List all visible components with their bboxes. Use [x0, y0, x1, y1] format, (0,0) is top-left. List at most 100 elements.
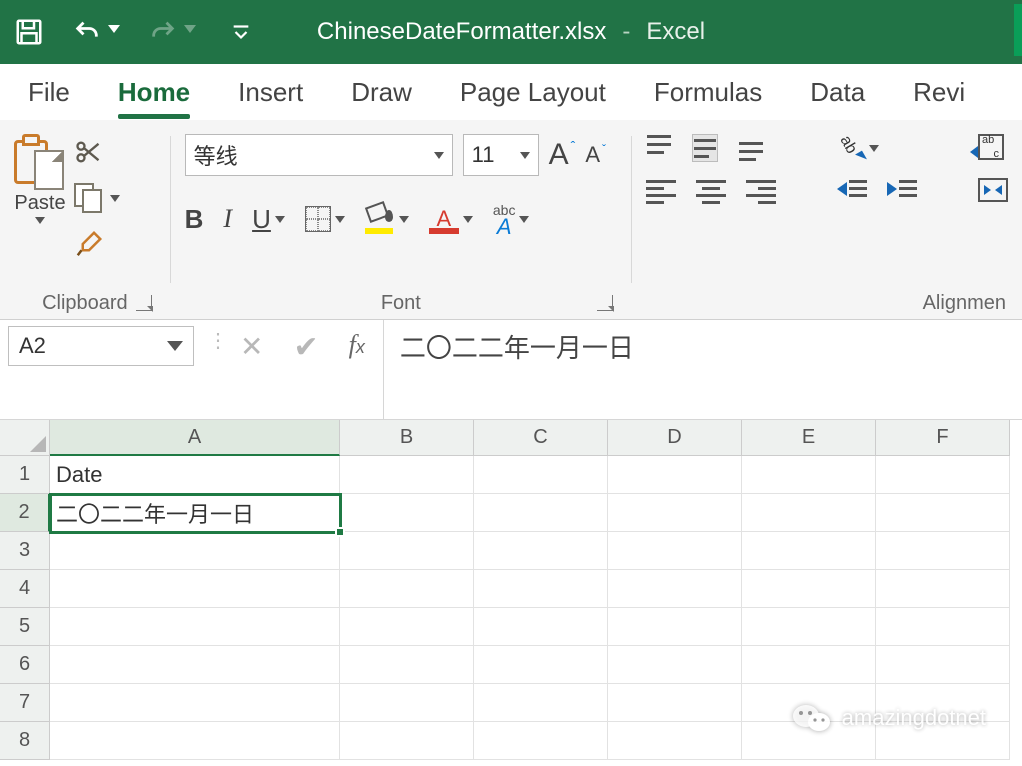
cell[interactable] — [474, 570, 608, 608]
cell[interactable] — [608, 532, 742, 570]
cell-a8[interactable] — [50, 722, 340, 760]
cell-a2[interactable]: 二〇二二年一月一日 — [50, 494, 340, 532]
font-name-combobox[interactable]: 等线 — [185, 134, 453, 176]
cell[interactable] — [340, 608, 474, 646]
align-center-button[interactable] — [696, 180, 726, 204]
undo-button[interactable] — [72, 18, 122, 46]
cell[interactable] — [742, 608, 876, 646]
increase-font-size-button[interactable]: Aˆ — [549, 138, 576, 172]
align-top-button[interactable] — [646, 134, 672, 162]
cell[interactable] — [876, 570, 1010, 608]
row-header-3[interactable]: 3 — [0, 532, 50, 570]
row-header-5[interactable]: 5 — [0, 608, 50, 646]
italic-button[interactable]: I — [223, 204, 232, 234]
cell-e2[interactable] — [742, 494, 876, 532]
align-left-button[interactable] — [646, 180, 676, 204]
decrease-font-size-button[interactable]: Aˇ — [585, 142, 606, 168]
cell[interactable] — [340, 722, 474, 760]
row-header-1[interactable]: 1 — [0, 456, 50, 494]
cell-e1[interactable] — [742, 456, 876, 494]
cell[interactable] — [340, 570, 474, 608]
borders-button[interactable] — [305, 206, 345, 232]
tab-data[interactable]: Data — [810, 64, 865, 120]
redo-button[interactable] — [148, 18, 198, 46]
cut-button[interactable] — [74, 134, 120, 170]
cell[interactable] — [608, 722, 742, 760]
paste-button[interactable]: Paste — [14, 134, 66, 224]
column-header-c[interactable]: C — [474, 420, 608, 456]
row-header-6[interactable]: 6 — [0, 646, 50, 684]
underline-button[interactable]: U — [252, 204, 285, 235]
merge-center-button[interactable] — [978, 178, 1008, 202]
customize-qat-button[interactable] — [224, 15, 258, 49]
cell[interactable] — [474, 646, 608, 684]
cell-a6[interactable] — [50, 646, 340, 684]
namebox-resize-handle[interactable]: ⋮ — [208, 326, 222, 344]
phonetic-guide-button[interactable]: abcA — [493, 202, 530, 236]
tab-review[interactable]: Revi — [913, 64, 965, 120]
cell[interactable] — [340, 532, 474, 570]
tab-home[interactable]: Home — [118, 64, 190, 120]
cell-d2[interactable] — [608, 494, 742, 532]
cell[interactable] — [608, 646, 742, 684]
tab-file[interactable]: File — [28, 64, 70, 120]
cell[interactable] — [742, 532, 876, 570]
clipboard-launcher[interactable] — [136, 295, 156, 315]
align-bottom-button[interactable] — [738, 134, 764, 162]
cell[interactable] — [474, 684, 608, 722]
row-header-7[interactable]: 7 — [0, 684, 50, 722]
cell-f1[interactable] — [876, 456, 1010, 494]
cell-a4[interactable] — [50, 570, 340, 608]
cell[interactable] — [474, 532, 608, 570]
cell[interactable] — [340, 684, 474, 722]
font-launcher[interactable] — [597, 295, 617, 315]
tab-page-layout[interactable]: Page Layout — [460, 64, 606, 120]
cell-d1[interactable] — [608, 456, 742, 494]
cell[interactable] — [876, 532, 1010, 570]
enter-formula-button[interactable]: ✔ — [293, 330, 318, 365]
wrap-text-button[interactable] — [978, 134, 1004, 160]
cell[interactable] — [876, 608, 1010, 646]
fill-handle[interactable] — [335, 527, 345, 537]
font-color-button[interactable]: A — [429, 204, 473, 234]
cell-b2[interactable] — [340, 494, 474, 532]
cell[interactable] — [474, 722, 608, 760]
column-header-e[interactable]: E — [742, 420, 876, 456]
cell[interactable] — [608, 684, 742, 722]
format-painter-button[interactable] — [74, 226, 120, 262]
select-all-button[interactable] — [0, 420, 50, 456]
align-right-button[interactable] — [746, 180, 776, 204]
column-header-b[interactable]: B — [340, 420, 474, 456]
cell-f2[interactable] — [876, 494, 1010, 532]
column-header-a[interactable]: A — [50, 420, 340, 456]
row-header-4[interactable]: 4 — [0, 570, 50, 608]
cell[interactable] — [340, 646, 474, 684]
cell-b1[interactable] — [340, 456, 474, 494]
decrease-indent-button[interactable] — [837, 180, 867, 197]
save-button[interactable] — [12, 15, 46, 49]
formula-bar-input[interactable]: 二〇二二年一月一日 — [383, 320, 1022, 419]
cell-c2[interactable] — [474, 494, 608, 532]
cell-a3[interactable] — [50, 532, 340, 570]
column-header-d[interactable]: D — [608, 420, 742, 456]
row-header-8[interactable]: 8 — [0, 722, 50, 760]
cancel-formula-button[interactable]: ✕ — [240, 330, 263, 363]
column-header-f[interactable]: F — [876, 420, 1010, 456]
cell-a7[interactable] — [50, 684, 340, 722]
increase-indent-button[interactable] — [887, 180, 917, 197]
tab-draw[interactable]: Draw — [351, 64, 412, 120]
cell[interactable] — [876, 646, 1010, 684]
cell[interactable] — [608, 608, 742, 646]
cell-c1[interactable] — [474, 456, 608, 494]
fill-color-button[interactable] — [365, 204, 409, 234]
orientation-button[interactable]: ab — [837, 134, 879, 162]
cell[interactable] — [742, 570, 876, 608]
align-middle-button[interactable] — [692, 134, 718, 162]
row-header-2[interactable]: 2 — [0, 494, 50, 532]
cell[interactable] — [474, 608, 608, 646]
tab-formulas[interactable]: Formulas — [654, 64, 762, 120]
insert-function-button[interactable]: fx — [349, 330, 365, 360]
cell[interactable] — [608, 570, 742, 608]
bold-button[interactable]: B — [185, 204, 204, 235]
cell-a5[interactable] — [50, 608, 340, 646]
